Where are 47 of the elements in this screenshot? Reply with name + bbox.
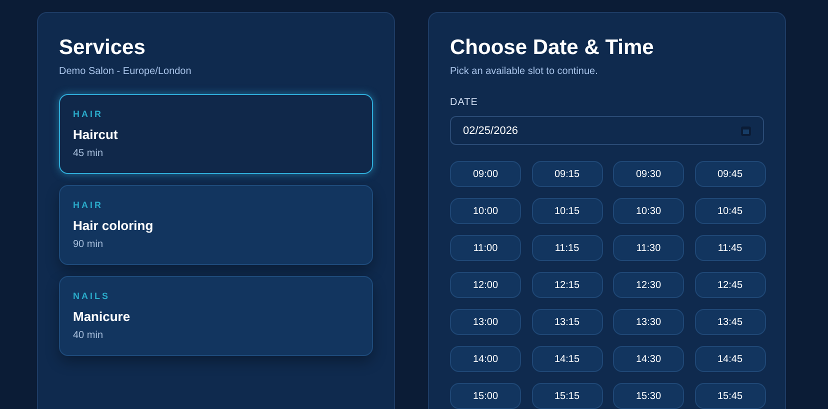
time-slot-button[interactable]: 12:30 <box>613 272 684 298</box>
service-duration: 45 min <box>73 148 104 159</box>
panel-title: Choose Date & Time <box>450 35 655 61</box>
time-slot-button[interactable]: 09:00 <box>450 161 521 187</box>
time-slot-button[interactable]: 10:15 <box>532 198 602 224</box>
service-category: NAILS <box>73 291 111 301</box>
time-slot-button[interactable]: 14:00 <box>450 346 521 372</box>
time-slot-button[interactable]: 12:15 <box>532 272 602 298</box>
service-duration: 90 min <box>73 239 104 250</box>
service-card[interactable]: HAIR Hair coloring 90 min <box>59 185 373 265</box>
service-name: Hair coloring <box>73 218 154 233</box>
panel-title: Services <box>59 35 146 61</box>
time-slot-button[interactable]: 12:45 <box>694 272 766 298</box>
service-name: Manicure <box>73 309 132 324</box>
time-slot-button[interactable]: 15:45 <box>694 383 766 409</box>
schedule-subtitle: Pick an available slot to continue. <box>450 66 599 77</box>
date-field[interactable]: 02/25/2026 <box>450 116 764 145</box>
time-slot-button[interactable]: 13:45 <box>694 309 766 335</box>
time-slot-button[interactable]: 10:30 <box>613 198 684 224</box>
time-slot-button[interactable]: 11:30 <box>613 235 684 261</box>
time-slot-button[interactable]: 11:45 <box>694 235 766 261</box>
time-slot-button[interactable]: 09:15 <box>532 161 602 187</box>
time-slot-button[interactable]: 15:30 <box>613 383 684 409</box>
time-slot-button[interactable]: 14:15 <box>532 346 602 372</box>
service-duration: 40 min <box>73 330 104 341</box>
time-slot-button[interactable]: 13:15 <box>532 309 602 335</box>
time-slot-button[interactable]: 13:00 <box>450 309 521 335</box>
date-label: DATE <box>450 97 479 108</box>
calendar-icon[interactable] <box>741 126 751 136</box>
service-card[interactable]: HAIR Haircut 45 min <box>59 94 373 174</box>
time-slot-button[interactable]: 09:45 <box>694 161 766 187</box>
time-slot-button[interactable]: 15:00 <box>450 383 521 409</box>
time-slot-button[interactable]: 10:00 <box>450 198 521 224</box>
time-slot-button[interactable]: 11:00 <box>450 235 521 261</box>
service-category: HAIR <box>73 109 104 119</box>
time-slot-button[interactable]: 09:30 <box>613 161 684 187</box>
time-slot-button[interactable]: 11:15 <box>532 235 602 261</box>
time-slot-button[interactable]: 13:30 <box>613 309 684 335</box>
service-card[interactable]: NAILS Manicure 40 min <box>59 276 373 356</box>
time-slot-button[interactable]: 14:30 <box>613 346 684 372</box>
time-slot-button[interactable]: 14:45 <box>694 346 766 372</box>
time-slot-button[interactable]: 12:00 <box>450 272 521 298</box>
service-name: Haircut <box>73 127 119 142</box>
service-category: HAIR <box>73 200 104 210</box>
time-slot-button[interactable]: 15:15 <box>532 383 602 409</box>
salon-subtitle: Demo Salon - Europe/London <box>59 66 192 77</box>
time-slot-button[interactable]: 10:45 <box>694 198 766 224</box>
